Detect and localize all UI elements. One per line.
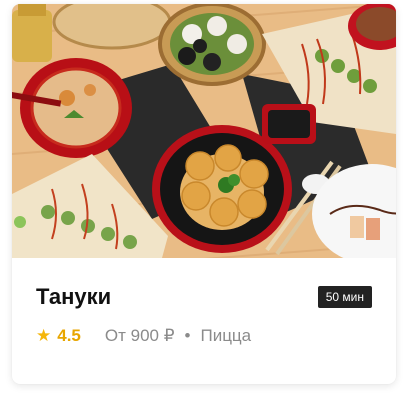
cuisine-text: Пицца (200, 326, 252, 345)
meta-separator: • (184, 326, 191, 345)
star-icon: ★ (36, 326, 52, 345)
restaurant-photo[interactable] (12, 4, 396, 258)
restaurant-card[interactable]: Тануки 50 мин ★ 4.5 От 900 ₽ • Пицца (12, 4, 396, 384)
restaurant-meta: ★ 4.5 От 900 ₽ • Пицца (36, 326, 251, 346)
restaurant-name: Тануки (36, 284, 112, 309)
price-text: От 900 ₽ (104, 326, 175, 345)
delivery-time-badge: 50 мин (317, 286, 372, 308)
restaurant-info: Тануки 50 мин ★ 4.5 От 900 ₽ • Пицца (12, 258, 396, 384)
rating-value: 4.5 (57, 326, 81, 345)
